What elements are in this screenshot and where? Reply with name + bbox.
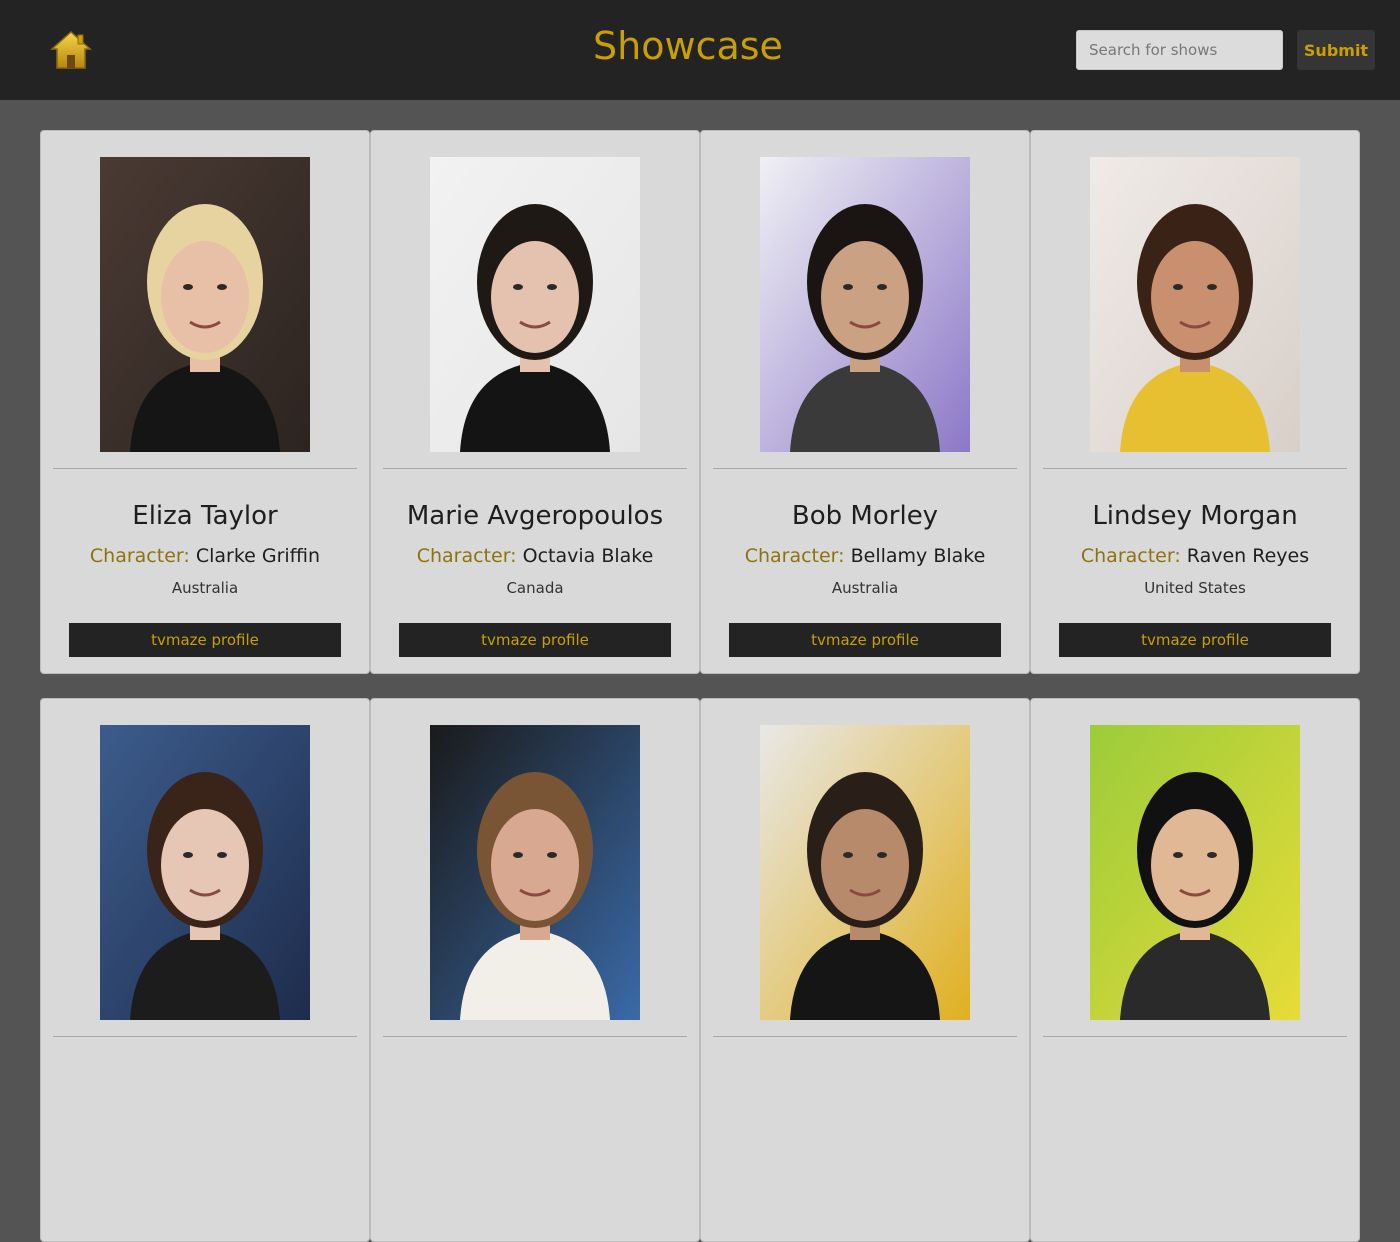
character-line: Character: Bellamy Blake: [701, 545, 1029, 567]
character-name: Clarke Griffin: [195, 545, 321, 567]
cast-card: Marie Avgeropoulos Character: Octavia Bl…: [370, 130, 700, 674]
character-name: Bellamy Blake: [850, 545, 986, 567]
divider: [713, 1036, 1017, 1037]
character-line: Character: Octavia Blake: [371, 545, 699, 567]
divider: [713, 468, 1017, 469]
tvmaze-profile-button[interactable]: tvmaze profile: [729, 623, 1001, 657]
tvmaze-profile-button[interactable]: tvmaze profile: [69, 623, 341, 657]
actor-name: Lindsey Morgan: [1092, 501, 1298, 531]
character-name: Octavia Blake: [522, 545, 654, 567]
actor-name: Eliza Taylor: [132, 501, 278, 531]
character-line: Character: Raven Reyes: [1031, 545, 1359, 567]
character-label: Character:: [1080, 545, 1181, 567]
actor-photo: [760, 725, 970, 1020]
actor-photo: [1090, 725, 1300, 1020]
search-input[interactable]: [1076, 30, 1283, 70]
divider: [1043, 1036, 1347, 1037]
cast-card: [370, 698, 700, 1242]
actor-photo: [100, 157, 310, 452]
actor-photo: [100, 725, 310, 1020]
character-label: Character:: [744, 545, 845, 567]
divider: [383, 468, 687, 469]
divider: [53, 468, 357, 469]
cast-grid: Eliza Taylor Character: Clarke Griffin A…: [40, 130, 1360, 1242]
character-label: Character:: [416, 545, 517, 567]
cast-card: [700, 698, 1030, 1242]
actor-name: Bob Morley: [791, 501, 939, 531]
actor-photo: [430, 725, 640, 1020]
character-name: Raven Reyes: [1186, 545, 1310, 567]
character-line: Character: Clarke Griffin: [41, 545, 369, 567]
cast-card: Lindsey Morgan Character: Raven Reyes Un…: [1030, 130, 1360, 674]
actor-name: Marie Avgeropoulos: [406, 501, 664, 531]
actor-photo: [760, 157, 970, 452]
cast-card: [1030, 698, 1360, 1242]
divider: [53, 1036, 357, 1037]
cast-card: [40, 698, 370, 1242]
tvmaze-profile-button[interactable]: tvmaze profile: [399, 623, 671, 657]
actor-country: Australia: [171, 579, 239, 597]
actor-photo: [430, 157, 640, 452]
actor-photo: [1090, 157, 1300, 452]
cast-card: Eliza Taylor Character: Clarke Griffin A…: [40, 130, 370, 674]
cast-card: Bob Morley Character: Bellamy Blake Aust…: [700, 130, 1030, 674]
navbar: Showcase Submit: [0, 0, 1400, 100]
divider: [383, 1036, 687, 1037]
actor-country: Canada: [506, 579, 564, 597]
actor-country: Australia: [831, 579, 899, 597]
character-label: Character:: [89, 545, 190, 567]
divider: [1043, 468, 1347, 469]
home-icon[interactable]: [50, 30, 92, 70]
submit-button[interactable]: Submit: [1297, 30, 1375, 70]
tvmaze-profile-button[interactable]: tvmaze profile: [1059, 623, 1331, 657]
actor-country: United States: [1144, 579, 1246, 597]
